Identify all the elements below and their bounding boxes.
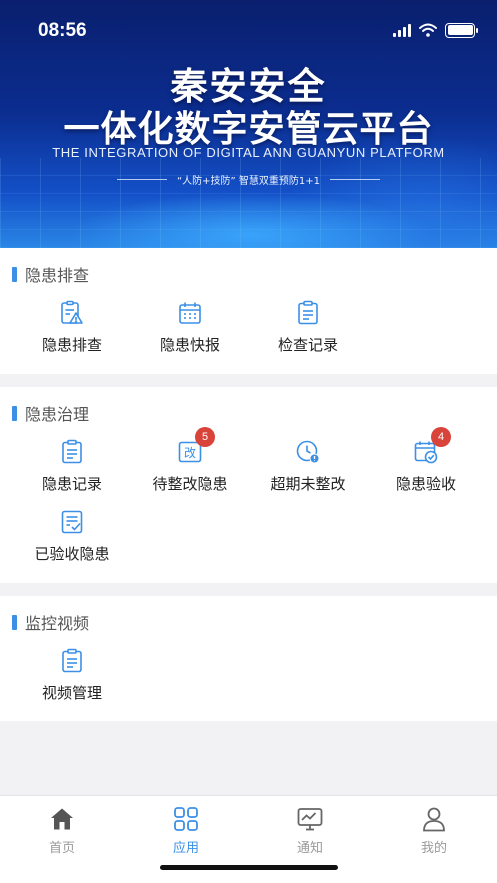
grid-icon	[173, 806, 199, 832]
document-check-icon	[59, 509, 85, 535]
section-monitoring: 监控视频 视频管理	[0, 596, 497, 721]
signal-icon	[393, 23, 411, 37]
status-icons	[393, 22, 478, 38]
section-title: 隐患排查	[25, 266, 90, 285]
tile-label: 隐患记录	[41, 475, 102, 493]
tile-label: 检查记录	[277, 336, 338, 354]
divider	[116, 179, 167, 180]
home-indicator[interactable]	[160, 865, 338, 870]
tile-overdue[interactable]: 超期未整改	[249, 439, 367, 494]
tile-hazard-inspection[interactable]: 隐患排查	[13, 300, 131, 355]
tile-hazard-acceptance[interactable]: 4 隐患验收	[367, 427, 485, 494]
section-header: 隐患治理	[12, 401, 89, 425]
tab-notifications[interactable]: 通知	[248, 806, 372, 856]
status-bar: 08:56	[0, 0, 497, 60]
wifi-icon	[419, 23, 437, 37]
section-header: 隐患排查	[12, 262, 89, 286]
status-time: 08:56	[38, 20, 87, 41]
banner-subtitle-en: THE INTEGRATION OF DIGITAL ANN GUANYUN P…	[52, 145, 445, 160]
count-badge: 5	[195, 427, 215, 447]
section-accent-bar	[12, 614, 17, 630]
monitor-icon	[297, 806, 323, 832]
tile-label: 隐患验收	[395, 475, 456, 493]
tile-label: 视频管理	[41, 684, 102, 702]
banner-slogan: “人防+技防” 智慧双重预防1+1	[176, 176, 321, 187]
divider	[330, 179, 381, 180]
tab-home[interactable]: 首页	[0, 806, 124, 856]
tab-label: 通知	[296, 841, 323, 856]
section-inspection: 隐患排查 隐患排查 隐患快报 检查记录	[0, 248, 497, 374]
tab-profile[interactable]: 我的	[372, 806, 496, 856]
user-icon	[421, 806, 447, 832]
tile-label: 待整改隐患	[152, 475, 228, 493]
banner-slogan-row: “人防+技防” 智慧双重预防1+1	[0, 172, 497, 187]
battery-icon	[445, 22, 478, 38]
clipboard-icon	[295, 300, 321, 326]
count-badge: 4	[431, 427, 451, 447]
tile-inspection-record[interactable]: 检查记录	[249, 300, 367, 355]
tile-pending-rectification[interactable]: 改 5 待整改隐患	[131, 427, 249, 494]
tab-apps[interactable]: 应用	[124, 806, 248, 856]
tile-accepted-hazards[interactable]: 已验收隐患	[13, 509, 131, 564]
svg-text:改: 改	[184, 446, 196, 460]
clipboard-icon	[59, 648, 85, 674]
tile-label: 已验收隐患	[34, 545, 110, 563]
tile-hazard-record[interactable]: 隐患记录	[13, 439, 131, 494]
tile-hazard-report[interactable]: 隐患快报	[131, 300, 249, 355]
tab-label: 首页	[48, 841, 75, 856]
section-title: 监控视频	[25, 614, 90, 633]
tile-label: 隐患快报	[159, 336, 220, 354]
section-title: 隐患治理	[25, 405, 90, 424]
banner: 08:56 秦安安全 一体化数字安管云平台 THE INTEGRATION OF…	[0, 0, 497, 248]
tile-label: 超期未整改	[270, 475, 346, 493]
tile-label: 隐患排查	[41, 336, 102, 354]
calendar-check-icon: 4	[413, 427, 451, 465]
tile-video-management[interactable]: 视频管理	[13, 648, 131, 703]
section-governance: 隐患治理 隐患记录 改 5 待整改隐患 超期未整改 4 隐患验收 已验收隐患	[0, 387, 497, 583]
tab-label: 我的	[420, 841, 447, 856]
tab-label: 应用	[172, 841, 199, 856]
section-accent-bar	[12, 266, 17, 282]
rectify-icon: 改 5	[177, 427, 215, 465]
clipboard-warning-icon	[59, 300, 85, 326]
clipboard-icon	[59, 439, 85, 465]
calendar-icon	[177, 300, 203, 326]
clock-alert-icon	[295, 439, 321, 465]
section-accent-bar	[12, 405, 17, 421]
home-icon	[49, 806, 75, 832]
section-header: 监控视频	[12, 610, 89, 634]
